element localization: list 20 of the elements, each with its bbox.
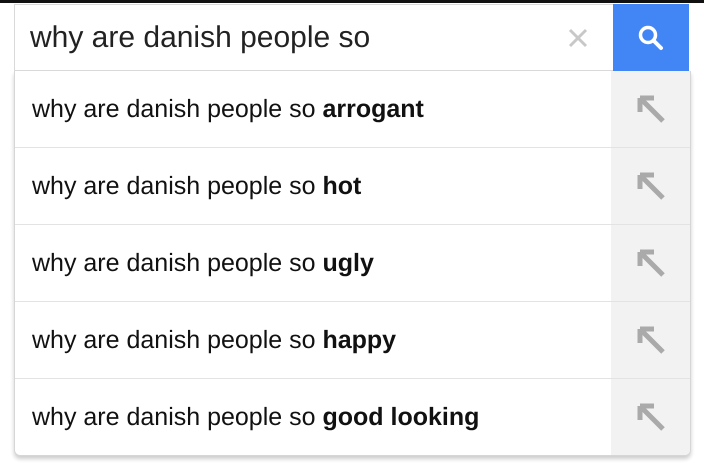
- arrow-icon: [636, 248, 666, 278]
- arrow-icon: [636, 402, 666, 432]
- suggestion-item[interactable]: why are danish people so good looking: [15, 379, 611, 455]
- suggestion-item[interactable]: why are danish people so happy: [15, 302, 611, 378]
- search-button[interactable]: [613, 4, 689, 71]
- arrow-icon: [636, 171, 666, 201]
- suggestion-item[interactable]: why are danish people so hot: [15, 148, 611, 224]
- arrow-icon: [636, 325, 666, 355]
- search-input[interactable]: why are danish people so: [15, 20, 543, 54]
- fill-query-button[interactable]: [611, 71, 690, 147]
- suggestion-item[interactable]: why are danish people so arrogant: [15, 71, 611, 147]
- arrow-icon: [636, 94, 666, 124]
- fill-query-button[interactable]: [611, 225, 690, 301]
- fill-query-button[interactable]: [611, 148, 690, 224]
- fill-query-button[interactable]: [611, 302, 690, 378]
- suggestion-item[interactable]: why are danish people so ugly: [15, 225, 611, 301]
- fill-query-button[interactable]: [611, 379, 690, 455]
- search-icon: [637, 24, 665, 52]
- search-field[interactable]: why are danish people so: [14, 4, 613, 71]
- close-icon[interactable]: [568, 28, 588, 48]
